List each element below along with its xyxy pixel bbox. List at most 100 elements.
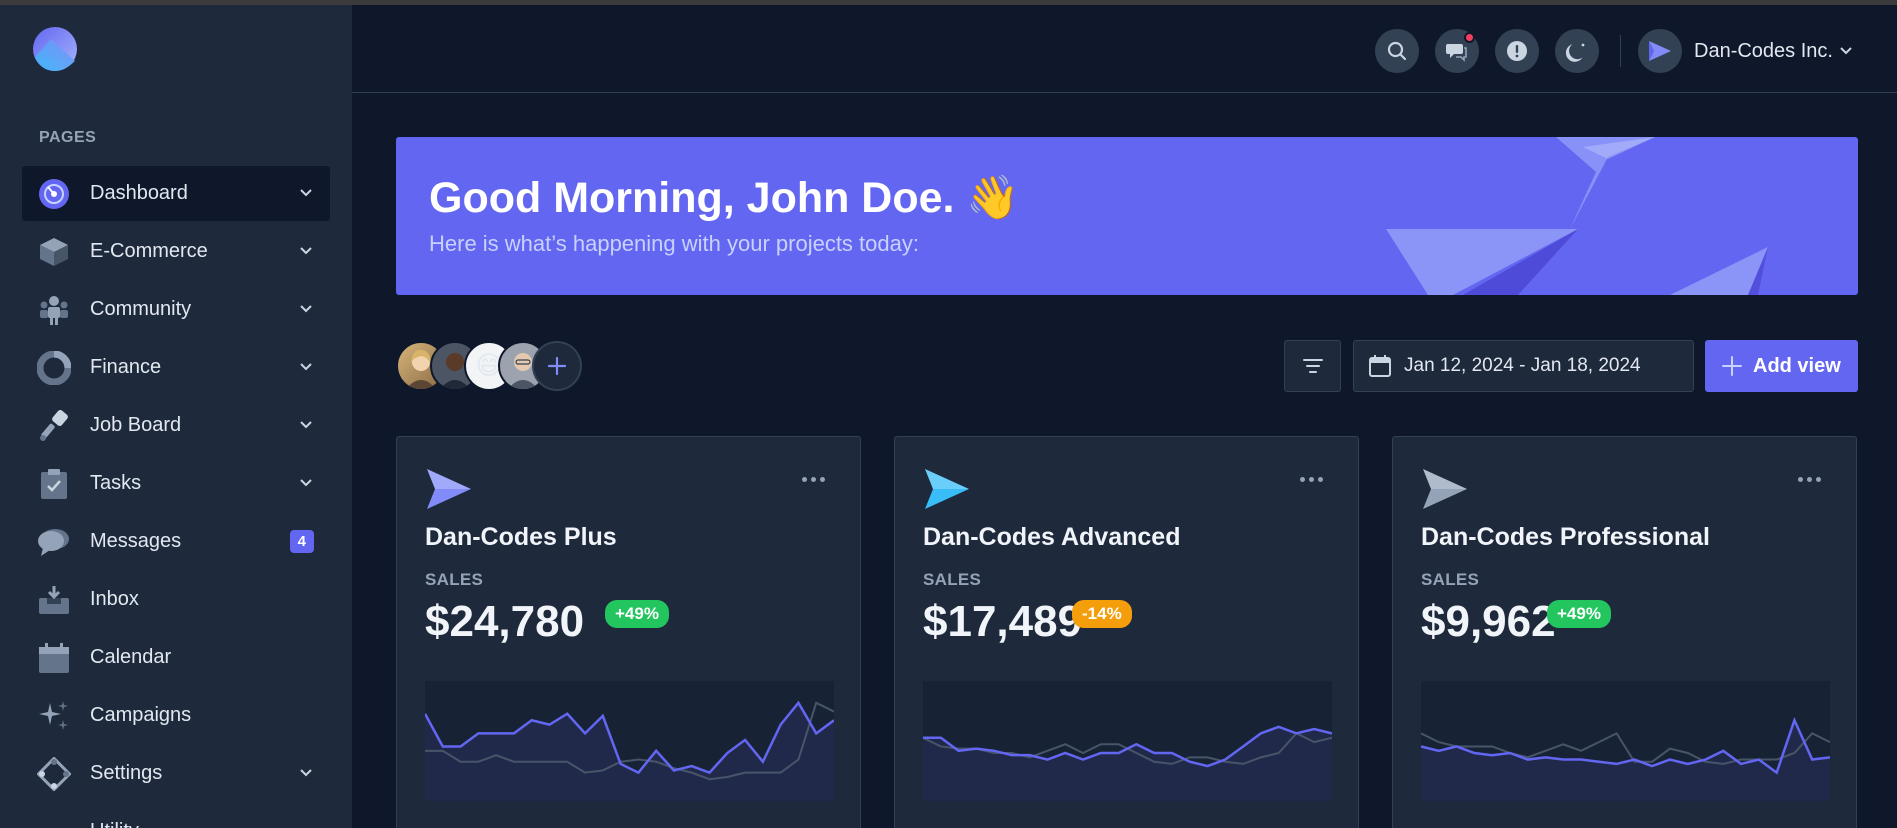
chat-bubble-icon [1446, 44, 1467, 62]
add-member-button[interactable] [532, 341, 582, 391]
change-badge: +49% [1547, 600, 1611, 628]
chevron-down-icon[interactable] [298, 765, 314, 781]
top-header: Dan-Codes Inc. [352, 5, 1897, 93]
add-view-button[interactable]: Add view [1705, 340, 1858, 392]
product-card: Dan-Codes Plus SALES $24,780 +49% [396, 436, 861, 828]
card-menu-button[interactable] [1798, 477, 1821, 482]
date-range-text: Jan 12, 2024 - Jan 18, 2024 [1404, 355, 1641, 376]
moon-icon [1566, 43, 1585, 62]
sidebar-item-community[interactable]: Community [22, 282, 330, 337]
tools-icon [36, 408, 72, 444]
alert-icon [1507, 41, 1527, 61]
notification-dot [1464, 32, 1475, 43]
sidebar-item-label: Dashboard [90, 182, 188, 204]
product-card: Dan-Codes Advanced SALES $17,489 -14% [894, 436, 1359, 828]
chevron-down-icon[interactable] [298, 475, 314, 491]
pages-section-label: PAGES [39, 129, 97, 146]
card-title: Dan-Codes Professional [1421, 523, 1710, 551]
card-value: $9,962 [1421, 597, 1556, 646]
card-value: $24,780 [425, 597, 585, 646]
filter-button[interactable] [1284, 340, 1341, 392]
date-range-picker[interactable]: Jan 12, 2024 - Jan 18, 2024 [1353, 340, 1694, 392]
sidebar-item-label: Messages [90, 530, 182, 552]
plus-icon [547, 356, 567, 376]
header-divider [1620, 35, 1621, 67]
chevron-down-icon[interactable] [298, 243, 314, 259]
sales-sparkline [1421, 681, 1830, 801]
sidebar-item-label: Calendar [90, 646, 172, 668]
sidebar-item-tasks[interactable]: Tasks [22, 456, 330, 511]
cube-icon [36, 234, 72, 270]
sidebar-item-dashboard[interactable]: Dashboard [22, 166, 330, 221]
sidebar-item-label: Community [90, 298, 192, 320]
chevron-down-icon[interactable] [298, 185, 314, 201]
paper-plane-icon [425, 465, 473, 513]
sidebar-item-label: Utility [90, 820, 139, 828]
sidebar-item-label: Settings [90, 762, 163, 784]
card-menu-button[interactable] [802, 477, 825, 482]
change-badge: -14% [1072, 600, 1132, 628]
sidebar-item-e-commerce[interactable]: E-Commerce [22, 224, 330, 279]
card-title: Dan-Codes Advanced [923, 523, 1181, 551]
card-label: SALES [425, 570, 484, 589]
theme-toggle-button[interactable] [1555, 29, 1599, 73]
sidebar-item-label: E-Commerce [90, 240, 208, 262]
sidebar-item-calendar[interactable]: Calendar [22, 630, 330, 685]
search-button[interactable] [1375, 29, 1419, 73]
sidebar-item-settings[interactable]: Settings [22, 746, 330, 801]
calendar-icon [36, 640, 72, 676]
utility-icon [36, 814, 72, 828]
card-label: SALES [923, 570, 982, 589]
messages-button[interactable] [1435, 29, 1479, 73]
filter-icon [1302, 359, 1323, 373]
chevron-down-icon[interactable] [298, 301, 314, 317]
sidebar-item-finance[interactable]: Finance [22, 340, 330, 395]
card-value: $17,489 [923, 597, 1083, 646]
chevron-down-icon[interactable] [298, 417, 314, 433]
sparkles-icon [36, 698, 72, 734]
banner-illustration [1386, 137, 1768, 295]
sidebar-item-label: Job Board [90, 414, 182, 436]
people-icon [36, 292, 72, 328]
card-label: SALES [1421, 570, 1480, 589]
paper-plane-icon [1649, 41, 1671, 61]
sidebar-item-messages[interactable]: Messages 4 [22, 514, 330, 569]
app-logo[interactable] [33, 27, 77, 71]
sidebar-item-label: Inbox [90, 588, 139, 610]
banner-subtitle: Here is what’s happening with your proje… [429, 231, 919, 256]
account-name: Dan-Codes Inc. [1694, 39, 1833, 62]
banner-title: Good Morning, John Doe. 👋 [429, 174, 1020, 222]
sidebar: PAGES Dashboard E-Commerce Community Financ… [0, 5, 352, 828]
paper-plane-icon [923, 465, 971, 513]
sidebar-item-utility[interactable]: Utility [22, 804, 330, 828]
sidebar-item-label: Tasks [90, 472, 142, 494]
unread-count-badge: 4 [289, 530, 314, 553]
sidebar-item-inbox[interactable]: Inbox [22, 572, 330, 627]
sidebar-item-campaigns[interactable]: Campaigns [22, 688, 330, 743]
search-icon [1387, 41, 1407, 61]
sales-sparkline [923, 681, 1332, 801]
clipboard-icon [36, 466, 72, 502]
settings-icon [36, 756, 72, 792]
calendar-icon [1369, 355, 1391, 377]
sidebar-nav: Dashboard E-Commerce Community Finance Job B… [22, 166, 330, 828]
dashboard-icon [36, 176, 72, 212]
card-menu-button[interactable] [1300, 477, 1323, 482]
change-badge: +49% [605, 600, 669, 628]
account-menu[interactable]: Dan-Codes Inc. [1638, 29, 1853, 73]
chat-icon [36, 524, 72, 560]
info-button[interactable] [1495, 29, 1539, 73]
sidebar-item-label: Finance [90, 356, 162, 378]
chevron-down-icon [1840, 47, 1852, 55]
pie-icon [36, 350, 72, 386]
add-view-label: Add view [1753, 354, 1841, 377]
team-avatars: 😄 [396, 341, 582, 391]
account-avatar [1638, 29, 1682, 73]
sidebar-item-job-board[interactable]: Job Board [22, 398, 330, 453]
plus-icon [1722, 356, 1742, 376]
product-card: Dan-Codes Professional SALES $9,962 +49% [1392, 436, 1857, 828]
chevron-down-icon[interactable] [298, 359, 314, 375]
inbox-icon [36, 582, 72, 618]
paper-plane-icon [1421, 465, 1469, 513]
card-title: Dan-Codes Plus [425, 523, 617, 551]
